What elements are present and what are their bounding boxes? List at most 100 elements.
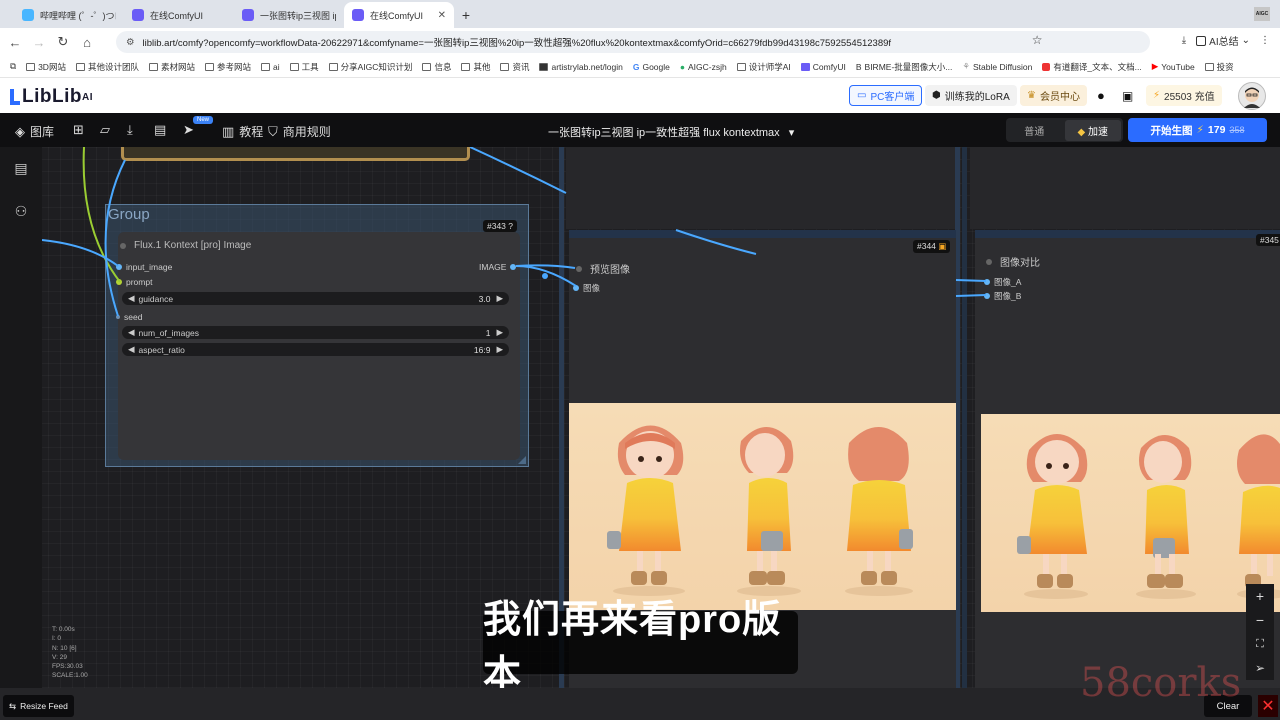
back-icon[interactable]: ← bbox=[4, 35, 26, 50]
bookmark-label: ComfyUI bbox=[812, 61, 846, 72]
rules-label: 商用规则 bbox=[282, 125, 331, 139]
crown-icon: ♛ bbox=[1027, 90, 1036, 101]
tutorial-button[interactable]: ▥ 教程 bbox=[222, 123, 263, 140]
mode-normal-option[interactable]: 普通 bbox=[1006, 123, 1063, 138]
member-center-button[interactable]: ♛ 会员中心 bbox=[1020, 85, 1087, 106]
site-settings-icon[interactable]: ⚙ bbox=[126, 37, 135, 48]
site-header bbox=[0, 78, 1280, 113]
bookmark-item[interactable]: 参考网站 bbox=[204, 61, 251, 73]
ai-summary-button[interactable]: AI总结 ⌄ bbox=[1196, 33, 1250, 48]
bookmark-item[interactable]: 其他设计团队 bbox=[75, 61, 139, 73]
avatar[interactable] bbox=[1238, 82, 1266, 110]
bookmark-item[interactable]: 工具 bbox=[289, 61, 319, 73]
sd-icon: ⚘ bbox=[962, 61, 970, 71]
logo-mark-icon bbox=[10, 89, 20, 105]
bookmark-label: artistrylab.net/login bbox=[551, 61, 623, 72]
tab-label: 在线ComfyUI bbox=[150, 10, 204, 21]
publish-icon[interactable]: ➤ bbox=[183, 122, 194, 138]
tab-close-icon[interactable]: ✕ bbox=[438, 10, 446, 21]
forward-icon[interactable]: → bbox=[28, 35, 50, 50]
bookmark-item[interactable]: ai bbox=[261, 62, 280, 72]
browser-tab-comfyui-1[interactable]: 在线ComfyUI bbox=[124, 2, 234, 28]
extension-icon[interactable]: AIGC bbox=[1254, 7, 1270, 21]
home-icon[interactable]: ⌂ bbox=[76, 35, 98, 50]
bookmark-label: 投资 bbox=[1216, 61, 1234, 72]
download-icon: ⤓ bbox=[127, 122, 133, 137]
menu-icon[interactable]: ⋮ bbox=[1260, 35, 1270, 46]
bookmark-item[interactable]: ComfyUI bbox=[800, 61, 846, 72]
bookmark-item[interactable]: ● AIGC-zsjh bbox=[680, 62, 727, 72]
train-lora-button[interactable]: ⬢ 训练我的LoRA bbox=[925, 85, 1017, 106]
folder-icon bbox=[461, 62, 471, 71]
new-tab-button[interactable]: + bbox=[454, 2, 478, 28]
save-icon[interactable]: ▤ bbox=[154, 122, 166, 138]
new-file-icon[interactable]: ⊞ bbox=[73, 122, 84, 138]
bookmark-item[interactable]: 3D网站 bbox=[26, 61, 66, 73]
bookmark-label: 分享AIGC知识计划 bbox=[340, 61, 413, 72]
folder-icon bbox=[261, 62, 270, 71]
bookmark-item[interactable]: 投资 bbox=[1204, 61, 1234, 73]
resize-feed-button[interactable]: ⇆ Resize Feed bbox=[3, 695, 74, 717]
bookmark-item[interactable]: 资讯 bbox=[500, 61, 529, 73]
browser-tab-comfyui-active[interactable]: 在线ComfyUI ✕ bbox=[344, 2, 454, 28]
library-button[interactable]: ◈ 图库 bbox=[15, 123, 54, 140]
url-text: liblib.art/comfy?opencomfy=workflowData-… bbox=[142, 38, 892, 49]
bookmark-item[interactable]: B BIRME-批量图像大小... bbox=[856, 61, 953, 73]
pointer-mode-button[interactable]: ➢ bbox=[1246, 656, 1274, 680]
workflow-title-dropdown[interactable]: 一张图转ip三视图 ip一致性超强 flux kontextmax ▾ bbox=[548, 124, 794, 140]
bookmark-star-icon[interactable]: ☆ bbox=[1032, 33, 1043, 47]
bookmark-item[interactable]: 分享AIGC知识计划 bbox=[328, 61, 413, 73]
watermark: 58corks bbox=[1080, 660, 1242, 706]
bookmark-label: 其他 bbox=[473, 61, 491, 72]
reload-icon[interactable]: ↻ bbox=[52, 34, 74, 50]
folder-icon bbox=[422, 62, 432, 71]
address-bar[interactable]: ⚙ liblib.art/comfy?opencomfy=workflowDat… bbox=[116, 31, 1150, 53]
bookmark-item[interactable]: ⚘ Stable Diffusion bbox=[962, 61, 1032, 72]
bilibili-favicon-icon bbox=[22, 9, 34, 21]
bookmark-item[interactable]: 素材网站 bbox=[148, 61, 195, 73]
download-icon[interactable]: ⤓ bbox=[1182, 35, 1186, 46]
browser-tab-bar: 哔哩哔哩 (゜-゜)つロ 在线ComfyUI 一张图转ip三视图 ip一 在线C… bbox=[0, 0, 1280, 28]
liblib-logo[interactable]: LibLib AI bbox=[10, 86, 93, 108]
message-icon[interactable]: ● bbox=[1090, 85, 1112, 106]
download-workflow-icon[interactable]: ⤓ bbox=[127, 122, 133, 138]
points-recharge-button[interactable]: ⚡ 25503 充值 bbox=[1146, 85, 1222, 106]
liblib-favicon-icon bbox=[352, 9, 364, 21]
stat-line: T: 0.00s bbox=[52, 626, 75, 633]
wire-blue bbox=[675, 229, 757, 255]
zoom-in-button[interactable]: + bbox=[1246, 584, 1274, 608]
tab-label: 在线ComfyUI bbox=[370, 10, 424, 21]
bookmark-item[interactable]: 其他 bbox=[461, 61, 490, 73]
pc-client-button[interactable]: ▭ PC客户端 bbox=[849, 85, 923, 106]
speed-mode-toggle: 普通 ◆ 加速 bbox=[1006, 118, 1123, 142]
close-icon[interactable]: ✕ bbox=[1258, 695, 1278, 717]
commercial-rules-button[interactable]: ⛉ 商用规则 bbox=[268, 123, 331, 140]
document-icon[interactable]: ▣ bbox=[1115, 85, 1140, 106]
folder-icon bbox=[289, 62, 299, 71]
browser-tab-bilibili[interactable]: 哔哩哔哩 (゜-゜)つロ bbox=[14, 2, 124, 28]
bookmarks-bar: ⧉ 3D网站 其他设计团队 素材网站 参考网站 ai 工具 分享AIGC知识计划… bbox=[0, 56, 1280, 78]
open-folder-icon[interactable]: ▱ bbox=[100, 122, 110, 138]
library-label: 图库 bbox=[30, 125, 55, 139]
wire-blue bbox=[104, 159, 126, 317]
browser-tab-workflow[interactable]: 一张图转ip三视图 ip一 bbox=[234, 2, 344, 28]
node-library-icon[interactable]: ▤ bbox=[13, 160, 29, 176]
bookmark-item[interactable]: 信息 bbox=[422, 61, 451, 73]
fit-view-button[interactable]: ⛶ bbox=[1246, 632, 1274, 656]
bookmark-item[interactable]: G Google bbox=[633, 62, 670, 72]
start-generate-button[interactable]: 开始生图 ⚡ 179 358 bbox=[1128, 118, 1267, 142]
pc-client-label: PC客户端 bbox=[870, 92, 915, 103]
site-icon bbox=[736, 62, 746, 71]
zoom-out-button[interactable]: − bbox=[1246, 608, 1274, 632]
wire-reroute-dot bbox=[542, 273, 548, 279]
mode-fast-option[interactable]: ◆ 加速 bbox=[1064, 119, 1121, 141]
bookmark-item[interactable]: 设计师学AI bbox=[736, 61, 791, 73]
youdao-icon bbox=[1042, 62, 1051, 71]
bookmark-item[interactable]: artistrylab.net/login bbox=[539, 61, 623, 72]
bookmarks-apps-icon[interactable]: ⧉ bbox=[10, 61, 16, 72]
bookmark-item[interactable]: 有道翻译_文本、文档... bbox=[1042, 61, 1142, 73]
wire-blue bbox=[469, 147, 567, 194]
workflow-tree-icon[interactable]: ⚇ bbox=[13, 203, 29, 219]
bookmark-label: 3D网站 bbox=[38, 61, 66, 72]
bookmark-item[interactable]: ▶ YouTube bbox=[1152, 61, 1195, 72]
